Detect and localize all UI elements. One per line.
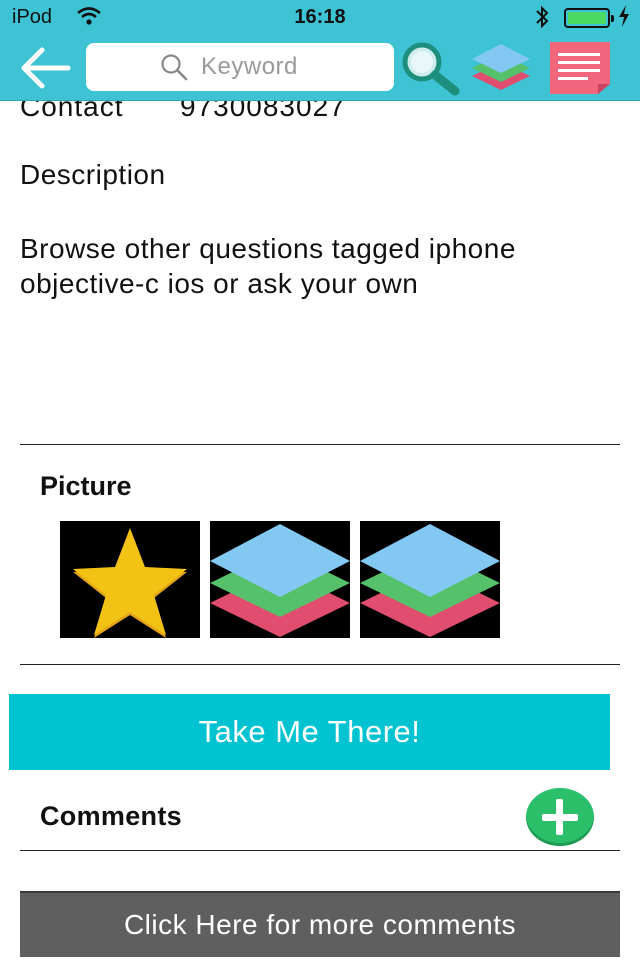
description-text: Browse other questions tagged iphone obj… [20, 233, 516, 299]
layers-picture[interactable] [360, 521, 500, 638]
layers-button[interactable] [468, 40, 534, 96]
bolt-icon [618, 4, 630, 34]
layers-icon [210, 524, 350, 637]
search-button[interactable] [398, 40, 462, 96]
comments-heading: Comments [40, 801, 182, 831]
picture-heading: Picture [40, 471, 132, 501]
battery-icon [564, 8, 614, 28]
layers-icon [360, 524, 500, 637]
divider [20, 444, 620, 445]
top-bar: iPod 16:18 [0, 0, 640, 101]
magnifier-icon [402, 42, 460, 96]
layers-picture[interactable] [210, 521, 350, 638]
take-me-there-button[interactable]: Take Me There! [9, 694, 610, 770]
layers-icon [472, 44, 530, 90]
more-comments-button[interactable]: Click Here for more comments [20, 891, 620, 957]
notes-icon [550, 42, 610, 94]
description-heading: Description [20, 159, 166, 190]
notes-button[interactable] [548, 40, 612, 96]
search-icon [161, 54, 188, 81]
bluetooth-icon [534, 3, 550, 37]
add-comment-button[interactable] [526, 788, 594, 846]
status-bar: iPod 16:18 [0, 0, 640, 36]
search-input[interactable] [201, 53, 321, 81]
arrow-left-icon [21, 47, 71, 89]
detail-content: Contact 9730083027 Description Browse ot… [0, 91, 640, 960]
star-picture[interactable] [60, 521, 200, 638]
divider [20, 850, 620, 851]
search-field[interactable] [86, 43, 394, 91]
star-icon [73, 528, 187, 638]
back-button[interactable] [16, 44, 72, 92]
divider [20, 664, 620, 665]
